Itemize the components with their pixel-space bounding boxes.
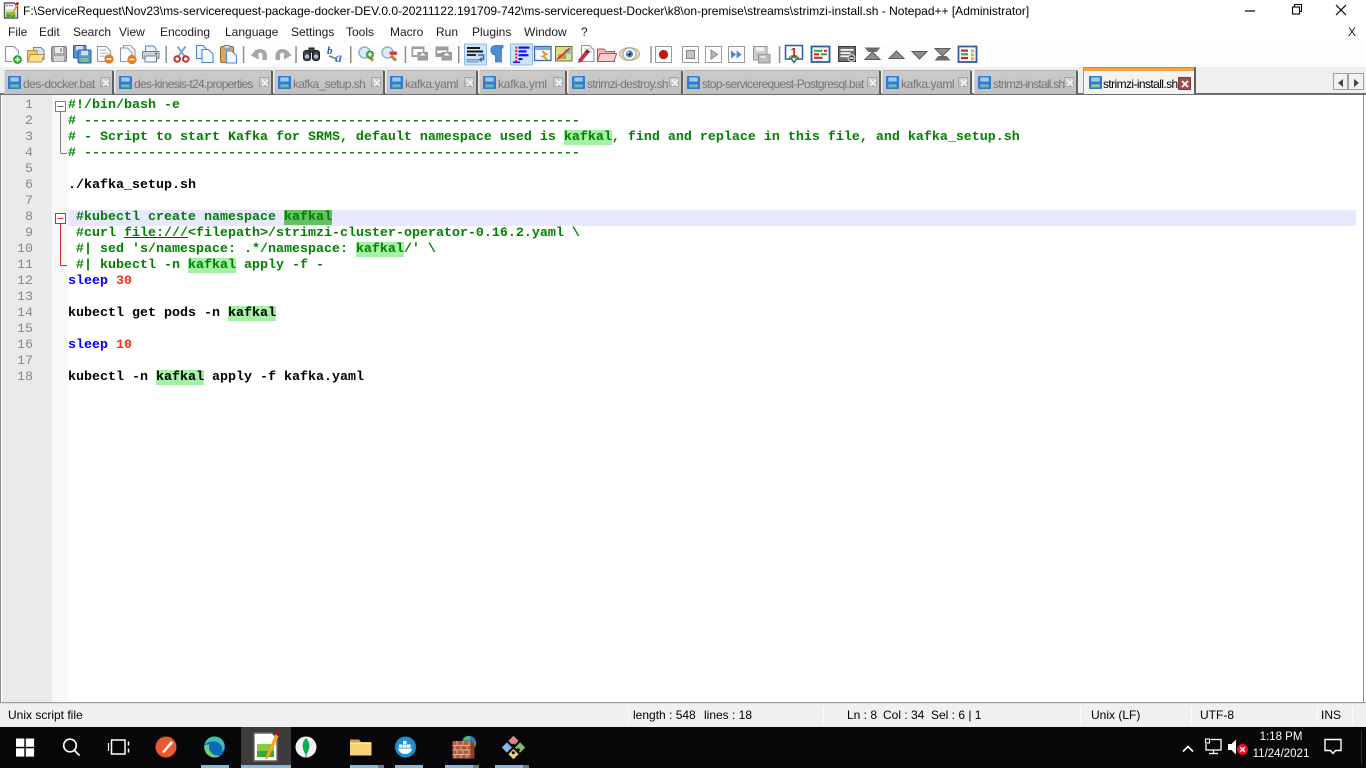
svg-text:b: b (327, 45, 333, 57)
svg-text:a: a (335, 51, 342, 66)
